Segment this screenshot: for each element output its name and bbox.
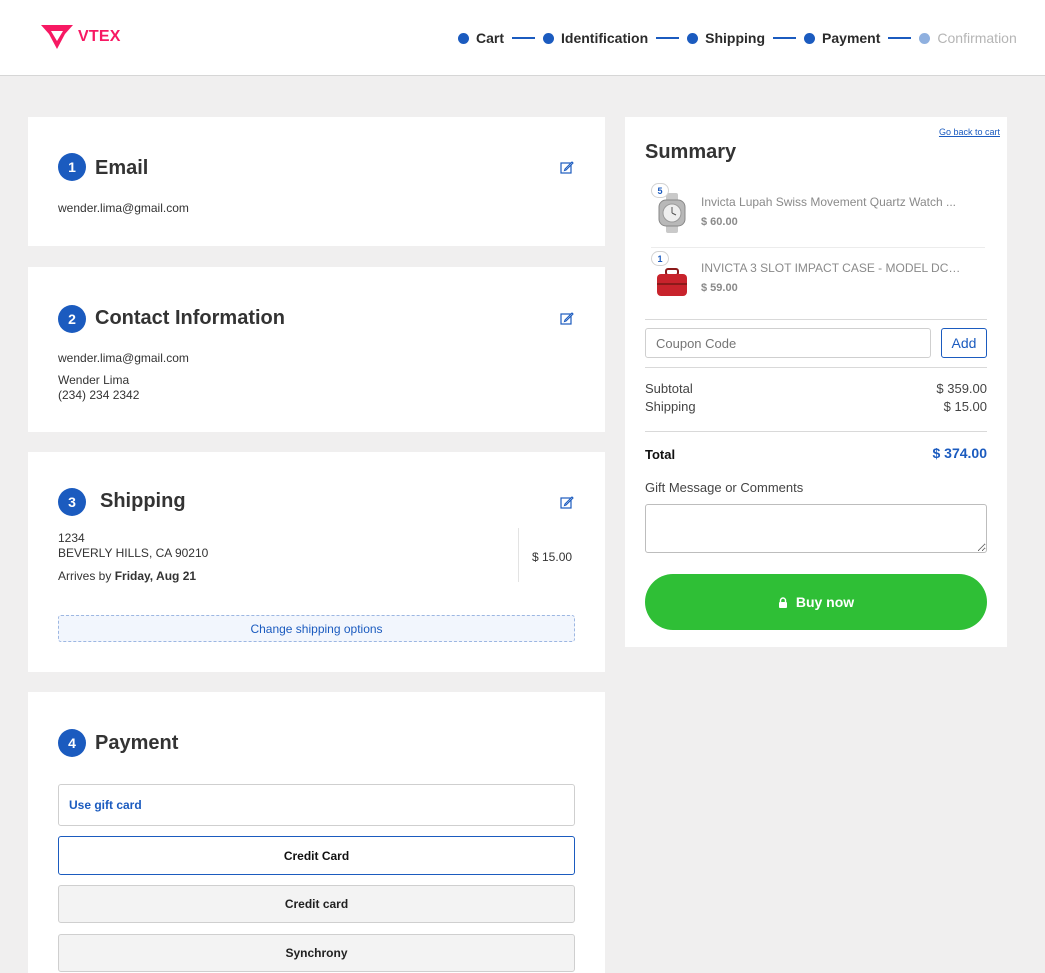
divider xyxy=(645,319,987,320)
step-connector xyxy=(888,37,912,39)
edit-icon[interactable] xyxy=(560,160,574,174)
step-dot-icon xyxy=(543,32,555,44)
divider xyxy=(645,431,987,432)
payment-option-credit-card[interactable]: Credit card xyxy=(58,885,575,923)
divider xyxy=(518,528,519,582)
item-divider xyxy=(651,247,985,248)
divider xyxy=(645,367,987,368)
contact-name: Wender Lima xyxy=(58,373,130,387)
item-quantity-badge: 1 xyxy=(651,251,669,266)
payment-option-credit-card-selected[interactable]: Credit Card xyxy=(58,836,575,875)
step-dot-icon xyxy=(804,32,816,44)
edit-icon[interactable] xyxy=(560,311,574,325)
contact-card: 2 Contact Information wender.lima@gmail.… xyxy=(28,267,605,432)
shipping-label: Shipping xyxy=(645,399,696,414)
step-label: Identification xyxy=(561,30,649,46)
item-name: INVICTA 3 SLOT IMPACT CASE - MODEL DC3..… xyxy=(701,261,961,275)
logo-text: VTEX xyxy=(78,28,121,45)
change-shipping-options-button[interactable]: Change shipping options xyxy=(58,615,575,642)
arrives-by: Arrives by Friday, Aug 21 xyxy=(58,569,196,583)
address-line-2: BEVERLY HILLS, CA 90210 xyxy=(58,546,209,560)
step-identification[interactable]: Identification xyxy=(543,30,648,46)
use-gift-card-button[interactable]: Use gift card xyxy=(58,784,575,826)
subtotal-label: Subtotal xyxy=(645,381,693,396)
step-dot-icon xyxy=(919,32,931,44)
buy-now-label: Buy now xyxy=(795,594,855,610)
edit-icon[interactable] xyxy=(560,495,574,509)
subtotal-value: $ 359.00 xyxy=(936,381,987,396)
arrives-prefix: Arrives by xyxy=(58,569,112,583)
payment-card: 4 Payment Use gift card Credit Card Cred… xyxy=(28,692,605,973)
buy-now-button[interactable]: Buy now xyxy=(645,574,987,630)
summary-item[interactable]: 1 INVICTA 3 SLOT IMPACT CASE - MODEL DC3… xyxy=(645,249,985,311)
vtex-logo[interactable]: VTEX xyxy=(40,24,121,50)
item-name: Invicta Lupah Swiss Movement Quartz Watc… xyxy=(701,195,956,209)
contact-phone: (234) 234 2342 xyxy=(58,388,140,402)
gift-message-label: Gift Message or Comments xyxy=(645,480,804,495)
step-cart[interactable]: Cart xyxy=(458,30,504,46)
total-label: Total xyxy=(645,447,676,462)
step-number-badge: 2 xyxy=(58,305,86,333)
go-back-to-cart-link[interactable]: Go back to cart xyxy=(939,127,1000,137)
item-price: $ 59.00 xyxy=(701,282,738,294)
shipping-card: 3 Shipping 1234 BEVERLY HILLS, CA 90210 … xyxy=(28,452,605,672)
step-shipping[interactable]: Shipping xyxy=(687,30,765,46)
summary-card: Summary Go back to cart 5 Invicta Lupah … xyxy=(625,117,1007,647)
header: VTEX Cart Identification Shipping Paymen… xyxy=(0,0,1045,76)
card-title: Payment xyxy=(95,732,179,754)
add-coupon-button[interactable]: Add xyxy=(941,328,987,358)
shipping-price: $ 15.00 xyxy=(532,550,573,564)
contact-email: wender.lima@gmail.com xyxy=(58,351,189,365)
email-value: wender.lima@gmail.com xyxy=(58,201,189,215)
card-title: Contact Information xyxy=(95,307,285,329)
card-title: Email xyxy=(95,157,149,179)
coupon-code-input[interactable] xyxy=(645,328,931,358)
address-line-1: 1234 xyxy=(58,531,85,545)
gift-message-textarea[interactable] xyxy=(645,504,987,553)
step-label: Payment xyxy=(822,30,881,46)
payment-option-synchrony[interactable]: Synchrony xyxy=(58,934,575,972)
summary-title: Summary xyxy=(645,141,737,163)
step-label: Shipping xyxy=(705,30,766,46)
shipping-value: $ 15.00 xyxy=(943,399,987,414)
email-card: 1 Email wender.lima@gmail.com xyxy=(28,117,605,246)
lock-icon xyxy=(778,596,787,608)
watch-product-image xyxy=(658,193,686,233)
vtex-logo-icon xyxy=(41,25,73,49)
step-number-badge: 3 xyxy=(58,488,86,516)
summary-item[interactable]: 5 Invicta Lupah Swiss Movement Quartz Wa… xyxy=(645,183,985,245)
step-connector xyxy=(512,37,536,39)
step-connector xyxy=(656,37,680,39)
arrives-date: Friday, Aug 21 xyxy=(114,569,197,583)
step-dot-icon xyxy=(687,32,699,44)
card-title: Shipping xyxy=(100,490,186,512)
item-quantity-badge: 5 xyxy=(651,183,669,198)
step-number-badge: 4 xyxy=(58,729,86,757)
step-connector xyxy=(773,37,797,39)
total-value: $ 374.00 xyxy=(932,445,988,461)
step-dot-icon xyxy=(458,32,469,44)
step-number-badge: 1 xyxy=(58,153,86,181)
item-price: $ 60.00 xyxy=(701,216,738,228)
checkout-steps: Cart Identification Shipping Payment Con… xyxy=(458,30,1017,46)
step-payment[interactable]: Payment xyxy=(804,30,880,46)
step-label: Cart xyxy=(476,30,505,46)
step-label: Confirmation xyxy=(937,30,1017,46)
step-confirmation: Confirmation xyxy=(919,30,1017,46)
